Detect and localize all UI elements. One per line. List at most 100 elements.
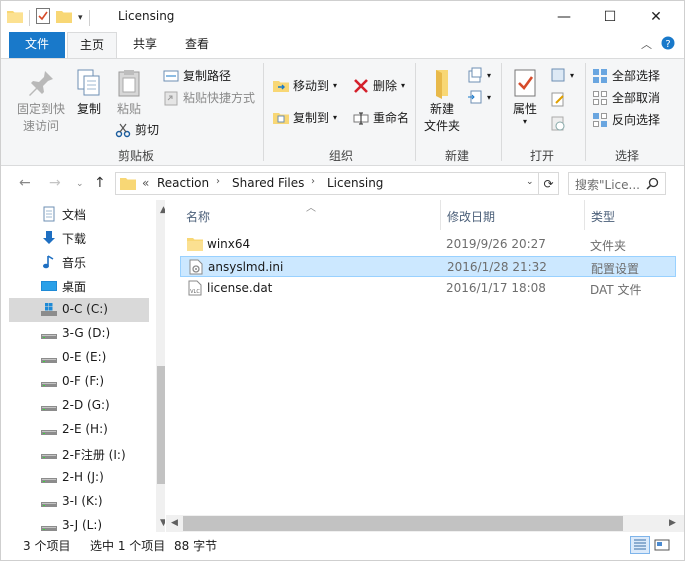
select-none-button[interactable]: 全部取消 xyxy=(592,89,660,106)
properties-button[interactable]: 属性 ▾ xyxy=(507,67,543,126)
paste-button[interactable]: 粘贴 xyxy=(111,67,147,118)
recent-locations-chevron-icon[interactable]: ⌄ xyxy=(76,179,84,189)
properties-check-icon[interactable] xyxy=(36,8,50,27)
copy-button[interactable]: 复制 xyxy=(71,67,107,118)
close-button[interactable]: ✕ xyxy=(633,1,679,32)
new-group-label: 新建 xyxy=(444,149,469,163)
properties-icon xyxy=(514,69,536,97)
nav-item-drive-f[interactable]: 0-F (F:) xyxy=(9,370,149,394)
nav-item-drive-e[interactable]: 0-E (E:) xyxy=(9,346,149,370)
minimize-button[interactable]: — xyxy=(541,1,587,32)
paste-shortcut-button[interactable]: 粘贴快捷方式 xyxy=(163,89,255,106)
refresh-icon[interactable]: ⟳ xyxy=(538,172,559,195)
nav-item-drive-j[interactable]: 2-H (J:) xyxy=(9,466,149,490)
address-dropdown-icon[interactable]: ⌄ xyxy=(526,177,534,187)
large-icons-view-icon[interactable] xyxy=(652,536,672,554)
scroll-right-icon[interactable]: ▶ xyxy=(669,518,676,528)
scrollbar-thumb[interactable] xyxy=(183,516,623,531)
up-arrow-icon[interactable]: ↑ xyxy=(94,175,106,191)
breadcrumb-separator-icon[interactable]: › xyxy=(216,176,220,187)
file-row-ansyslmd-ini[interactable]: ansyslmd.ini 2016/1/28 21:32 配置设置 xyxy=(180,256,676,277)
nav-item-drive-h[interactable]: 2-E (H:) xyxy=(9,418,149,442)
rename-button[interactable]: 重命名 xyxy=(353,109,409,126)
paste-icon xyxy=(118,70,140,97)
copy-path-button[interactable]: 复制路径 xyxy=(163,67,231,84)
file-row-winx64[interactable]: winx64 2019/9/26 20:27 文件夹 xyxy=(180,234,676,255)
nav-item-drive-i[interactable]: 2-F注册 (I:) xyxy=(9,442,149,466)
title-bar: ▾ Licensing — ☐ ✕ xyxy=(1,1,684,32)
edit-pencil-icon xyxy=(551,92,564,107)
folder-icon xyxy=(120,176,136,193)
column-divider[interactable] xyxy=(584,200,585,230)
easy-access-button[interactable]: ▾ xyxy=(467,89,491,105)
open-button[interactable]: ▾ xyxy=(550,67,574,83)
nav-item-drive-c[interactable]: 0-C (C:) xyxy=(9,298,149,322)
new-folder-button[interactable]: 新建 文件夹 xyxy=(421,67,463,135)
windows-drive-icon xyxy=(41,303,57,316)
customize-qat-icon[interactable]: ▾ xyxy=(78,13,83,23)
new-item-button[interactable]: ▾ xyxy=(467,67,491,83)
column-header-type[interactable]: 类型 xyxy=(591,208,615,225)
file-type: 配置设置 xyxy=(591,262,640,276)
explorer-window: ▾ Licensing — ☐ ✕ 文件 主页 共享 查看 ︿ ? 固定到快 速… xyxy=(0,0,685,561)
breadcrumb-separator-icon[interactable]: › xyxy=(311,176,315,187)
nav-item-drive-d[interactable]: 3-G (D:) xyxy=(9,322,149,346)
search-input[interactable]: 搜索"Lice... xyxy=(568,172,666,195)
edit-button[interactable] xyxy=(550,91,566,107)
nav-item-drive-g[interactable]: 2-D (G:) xyxy=(9,394,149,418)
nav-item-drive-k[interactable]: 3-I (K:) xyxy=(9,490,149,514)
new-folder-icon[interactable] xyxy=(56,9,72,26)
nav-item-downloads[interactable]: 下载 xyxy=(9,226,149,250)
select-all-button[interactable]: 全部选择 xyxy=(592,67,660,84)
ribbon: 固定到快 速访问 复制 粘贴 复制路径 粘贴快捷方式 剪切 剪贴板 移动到 ▾ xyxy=(1,58,684,166)
breadcrumb-reaction[interactable]: Reaction xyxy=(157,176,209,190)
breadcrumb-overflow[interactable]: « xyxy=(142,176,149,190)
tab-share[interactable]: 共享 xyxy=(123,32,167,58)
download-icon xyxy=(43,231,55,244)
help-icon[interactable]: ? xyxy=(661,36,675,53)
nav-item-label: 桌面 xyxy=(62,280,87,294)
address-bar[interactable]: « Reaction › Shared Files › Licensing ⌄ xyxy=(115,172,539,195)
nav-item-documents[interactable]: 文档 xyxy=(9,202,149,226)
scroll-left-icon[interactable]: ◀ xyxy=(171,518,178,528)
maximize-button[interactable]: ☐ xyxy=(587,1,633,32)
scrollbar-thumb[interactable] xyxy=(157,366,165,484)
history-button[interactable] xyxy=(550,115,566,131)
file-list-horizontal-scrollbar[interactable]: ◀ ▶ xyxy=(166,515,684,532)
tab-file[interactable]: 文件 xyxy=(9,32,65,58)
scroll-up-icon[interactable]: ▲ xyxy=(160,205,165,215)
column-header-name[interactable]: 名称 xyxy=(186,208,210,225)
drive-icon xyxy=(41,502,57,507)
file-row-license-dat[interactable]: VLC license.dat 2016/1/17 18:08 DAT 文件 xyxy=(180,278,676,299)
cut-label: 剪切 xyxy=(135,123,160,137)
scroll-down-icon[interactable]: ▼ xyxy=(160,518,165,528)
delete-button[interactable]: 删除 ▾ xyxy=(353,77,405,94)
nav-pane-scrollbar[interactable]: ▲ ▼ xyxy=(156,200,165,532)
nav-item-drive-l[interactable]: 3-J (L:) xyxy=(9,514,149,532)
breadcrumb-licensing[interactable]: Licensing xyxy=(327,176,383,190)
details-view-icon[interactable] xyxy=(630,536,650,554)
paste-label: 粘贴 xyxy=(116,102,141,116)
collapse-ribbon-icon[interactable]: ︿ xyxy=(641,36,652,52)
back-arrow-icon[interactable]: ← xyxy=(19,175,31,191)
tab-view[interactable]: 查看 xyxy=(175,32,219,58)
pin-quick-access-button[interactable]: 固定到快 速访问 xyxy=(15,67,67,135)
copy-to-icon xyxy=(273,112,289,124)
tab-home[interactable]: 主页 xyxy=(67,32,117,59)
breadcrumb-shared-files[interactable]: Shared Files xyxy=(232,176,304,190)
invert-selection-button[interactable]: 反向选择 xyxy=(592,111,660,128)
move-to-button[interactable]: 移动到 ▾ xyxy=(273,77,337,94)
nav-item-label: 2-E (H:) xyxy=(62,422,108,436)
column-header-date[interactable]: 修改日期 xyxy=(447,208,495,225)
nav-item-music[interactable]: 音乐 xyxy=(9,250,149,274)
cut-button[interactable]: 剪切 xyxy=(115,121,159,138)
file-date: 2016/1/17 18:08 xyxy=(446,281,546,295)
nav-item-desktop[interactable]: 桌面 xyxy=(9,274,149,298)
copy-to-button[interactable]: 复制到 ▾ xyxy=(273,109,337,126)
forward-arrow-icon[interactable]: → xyxy=(49,175,61,191)
drive-icon xyxy=(41,334,57,339)
column-divider[interactable] xyxy=(440,200,441,230)
file-list: ︿ 名称 修改日期 类型 winx64 2019/9/26 20:27 文件夹 … xyxy=(166,200,684,532)
clipboard-group-label: 剪贴板 xyxy=(117,149,154,163)
nav-item-label: 音乐 xyxy=(62,256,87,270)
